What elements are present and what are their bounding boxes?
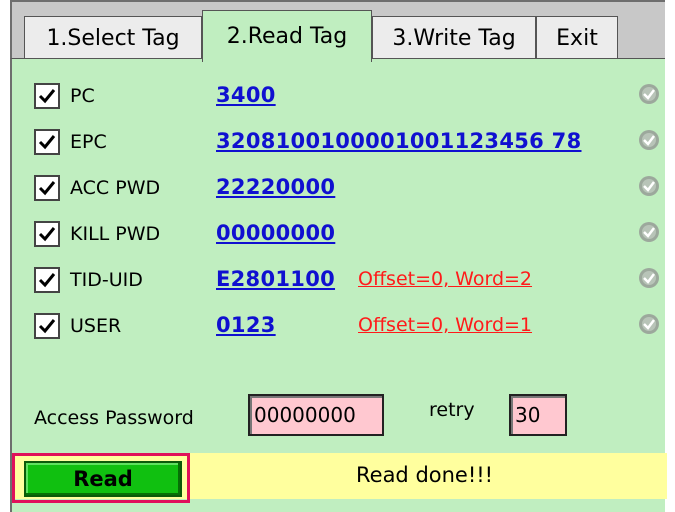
tab-write-tag[interactable]: 3.Write Tag (372, 16, 536, 60)
acc-pwd-label: ACC PWD (70, 177, 161, 199)
tab-strip: 1.Select Tag 2.Read Tag 3.Write Tag Exit (10, 0, 665, 62)
app-window: 1.Select Tag 2.Read Tag 3.Write Tag Exit… (10, 0, 667, 512)
check-circle-icon (639, 84, 659, 104)
check-circle-icon (639, 314, 659, 334)
acc-pwd-value[interactable]: 22220000 (216, 175, 335, 199)
retry-label: retry (429, 399, 475, 421)
epc-label: EPC (70, 131, 107, 153)
tid-uid-offset-link[interactable]: Offset=0, Word=2 (358, 268, 532, 290)
field-row-pc: PC 3400 (12, 75, 667, 121)
read-button[interactable]: Read (24, 461, 182, 497)
checkmark-icon (38, 319, 56, 334)
acc-pwd-checkbox[interactable] (34, 175, 60, 201)
checkmark-icon (38, 89, 56, 104)
epc-checkbox[interactable] (34, 129, 60, 155)
access-password-label: Access Password (34, 407, 194, 429)
kill-pwd-label: KILL PWD (70, 223, 161, 245)
check-circle-icon (639, 176, 659, 196)
tab-exit[interactable]: Exit (536, 16, 618, 60)
tid-uid-checkbox[interactable] (34, 267, 60, 293)
field-row-kill-pwd: KILL PWD 00000000 (12, 213, 667, 259)
tab-read-tag[interactable]: 2.Read Tag (202, 10, 372, 62)
tab-select-tag[interactable]: 1.Select Tag (24, 16, 202, 60)
kill-pwd-checkbox[interactable] (34, 221, 60, 247)
tid-uid-value[interactable]: E2801100 (216, 267, 335, 291)
checkmark-icon (38, 135, 56, 150)
field-row-user: USER 0123 Offset=0, Word=1 (12, 305, 667, 351)
field-row-acc-pwd: ACC PWD 22220000 (12, 167, 667, 213)
field-row-tid-uid: TID-UID E2801100 Offset=0, Word=2 (12, 259, 667, 305)
user-value[interactable]: 0123 (216, 313, 276, 337)
read-tag-panel: PC 3400 EPC 3208100100001001123456 78 AC… (10, 58, 667, 512)
user-offset-link[interactable]: Offset=0, Word=1 (358, 314, 532, 336)
retry-input[interactable] (509, 394, 567, 436)
kill-pwd-value[interactable]: 00000000 (216, 221, 335, 245)
access-password-input[interactable] (248, 394, 384, 436)
user-checkbox[interactable] (34, 313, 60, 339)
pc-checkbox[interactable] (34, 83, 60, 109)
pc-value[interactable]: 3400 (216, 83, 276, 107)
checkmark-icon (38, 227, 56, 242)
pc-label: PC (70, 85, 95, 107)
tid-uid-label: TID-UID (70, 269, 143, 291)
check-circle-icon (639, 222, 659, 242)
status-message: Read done!!! (356, 463, 494, 487)
checkmark-icon (38, 181, 56, 196)
checkmark-icon (38, 273, 56, 288)
epc-value[interactable]: 3208100100001001123456 78 (216, 129, 582, 153)
check-circle-icon (639, 268, 659, 288)
field-row-epc: EPC 3208100100001001123456 78 (12, 121, 667, 167)
user-label: USER (70, 315, 122, 337)
check-circle-icon (639, 130, 659, 150)
